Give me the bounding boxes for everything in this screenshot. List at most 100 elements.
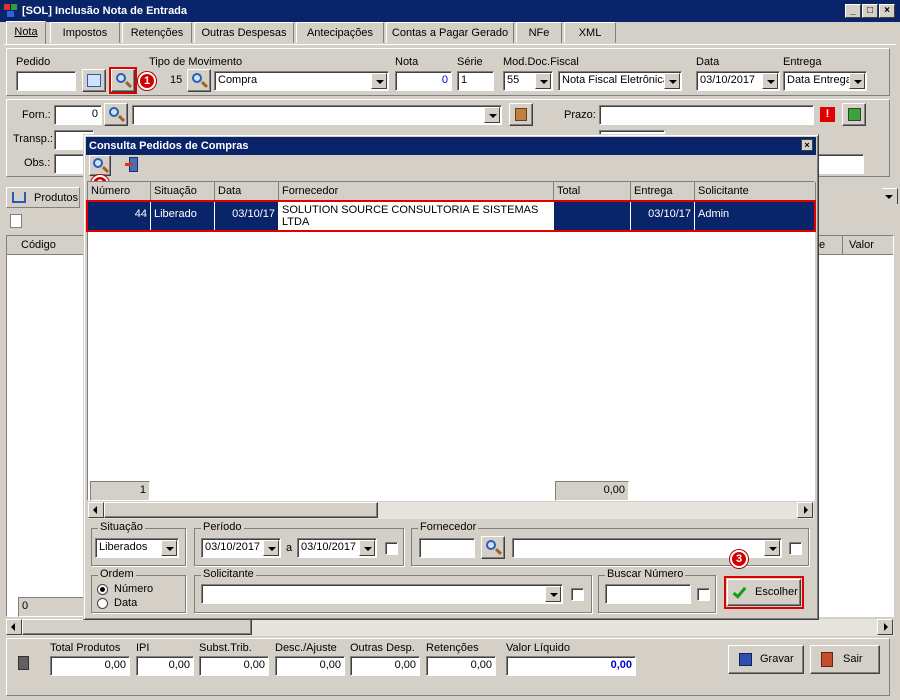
gravar-button[interactable]: Gravar [728,645,804,674]
subst-trib-label: Subst.Trib. [199,642,252,654]
fornecedor-select[interactable] [132,105,502,125]
dialog-scroll-left[interactable] [88,502,104,518]
maximize-button[interactable]: □ [862,4,878,18]
prazo-input[interactable] [599,105,814,125]
window-titlebar: [SOL] Inclusão Nota de Entrada _ □ × [0,0,900,22]
chevron-down-icon[interactable] [263,540,279,556]
dialog-exit-icon[interactable] [125,157,139,173]
new-item-icon[interactable] [10,214,22,228]
serie-input[interactable]: 1 [457,71,494,91]
main-hscrollbar[interactable] [6,619,894,636]
chevron-down-icon[interactable] [664,73,680,89]
search-icon [192,73,202,83]
col-data[interactable]: Data [215,182,279,201]
ordem-numero-label: Número [114,583,154,595]
nota-label: Nota [395,56,419,68]
fornecedor-filter-search-button[interactable] [481,536,505,559]
fornecedor-search-button[interactable] [104,103,128,126]
fornecedor-filter-code[interactable] [419,538,475,558]
chevron-down-icon[interactable] [762,73,778,89]
search-icon [109,107,119,117]
data-select[interactable]: 03/10/2017 [696,71,780,91]
col-entrega[interactable]: Entrega [631,182,695,201]
highlight-escolher [724,576,804,609]
highlight-result-row [86,200,816,232]
fornecedor-detail-button[interactable] [509,103,533,126]
fornecedor-label: Forn.: [22,109,51,121]
serie-label: Série [457,56,483,68]
tab-xml[interactable]: XML [564,22,616,43]
periodo-from-select[interactable]: 03/10/2017 [201,538,281,558]
total-produtos-label: Total Produtos [50,642,121,654]
prazo-label: Prazo: [564,109,596,121]
tab-produtos[interactable]: Produtos [6,187,80,208]
chevron-down-icon[interactable] [545,586,561,602]
highlight-pedido-search [109,67,137,94]
tab-nfe[interactable]: NFe [516,22,562,43]
scroll-right-button[interactable] [877,619,893,635]
situacao-select[interactable]: Liberados [95,538,179,558]
ipi-label: IPI [136,642,150,654]
sair-button[interactable]: Sair [810,645,880,674]
mod-doc-code-select[interactable]: 55 [503,71,553,91]
outras-desp-value: 0,00 [350,656,420,676]
tipo-movimento-select[interactable]: Compra [214,71,389,91]
tab-impostos[interactable]: Impostos [50,22,120,43]
retencoes-label: Retenções [426,642,479,654]
ordem-data-radio[interactable] [97,598,108,609]
pedido-input[interactable] [16,71,76,91]
tab-retencoes[interactable]: Retenções [122,22,192,43]
tab-outras-despesas[interactable]: Outras Despesas [194,22,294,43]
chevron-down-icon[interactable] [535,73,551,89]
dialog-hscrollbar[interactable] [88,502,814,519]
col-valor: Valor [849,239,874,251]
scroll-thumb[interactable] [22,619,252,635]
gravar-label: Gravar [760,653,794,665]
fornecedor-filter-checkbox[interactable] [789,542,802,555]
periodo-from-value: 03/10/2017 [205,541,261,553]
mod-doc-select[interactable]: Nota Fiscal Eletrônica [558,71,682,91]
solicitante-checkbox[interactable] [571,588,584,601]
chevron-down-icon[interactable] [359,540,375,556]
tipo-search-button[interactable] [187,69,211,92]
periodo-checkbox[interactable] [385,542,398,555]
tabs-dropdown-button[interactable] [881,188,898,205]
chevron-down-icon[interactable] [484,107,500,123]
chevron-down-icon[interactable] [764,540,780,556]
floppy-icon [739,653,752,666]
periodo-to-select[interactable]: 03/10/2017 [297,538,377,558]
tab-contas-a-pagar[interactable]: Contas a Pagar Gerado [386,22,514,43]
chevron-down-icon[interactable] [371,73,387,89]
dialog-scroll-thumb[interactable] [104,502,378,518]
sair-label: Sair [843,653,863,665]
col-numero[interactable]: Número [88,182,151,201]
col-situacao[interactable]: Situação [151,182,215,201]
col-fornecedor[interactable]: Fornecedor [279,182,554,201]
buscar-numero-checkbox[interactable] [697,588,710,601]
prazo-config-button[interactable] [842,103,866,126]
col-solicitante[interactable]: Solicitante [695,182,816,201]
dialog-search-button[interactable] [89,155,111,176]
situacao-label: Situação [98,521,145,533]
col-total[interactable]: Total [554,182,631,201]
buscar-numero-input[interactable] [605,584,691,604]
desc-ajuste-value: 0,00 [275,656,345,676]
entrega-select[interactable]: Data Entrega [783,71,867,91]
step-badge-3: 3 [730,550,748,568]
solicitante-select[interactable] [201,584,563,604]
scroll-left-button[interactable] [6,619,22,635]
close-button[interactable]: × [879,4,895,18]
dialog-scroll-right[interactable] [797,502,813,518]
tab-antecipacoes[interactable]: Antecipações [296,22,384,43]
fornecedor-code-input[interactable]: 0 [54,105,102,125]
dialog-close-icon[interactable]: × [801,139,813,151]
tab-nota[interactable]: Nota [6,21,46,44]
tipo-movimento-value: Compra [218,74,258,86]
pedido-calendar-button[interactable] [82,69,106,92]
chevron-down-icon[interactable] [161,540,177,556]
nota-input[interactable]: 0 [395,71,452,91]
minimize-button[interactable]: _ [845,4,861,18]
ordem-numero-radio[interactable] [97,584,108,595]
chevron-down-icon[interactable] [849,73,865,89]
cart-icon [12,192,26,203]
